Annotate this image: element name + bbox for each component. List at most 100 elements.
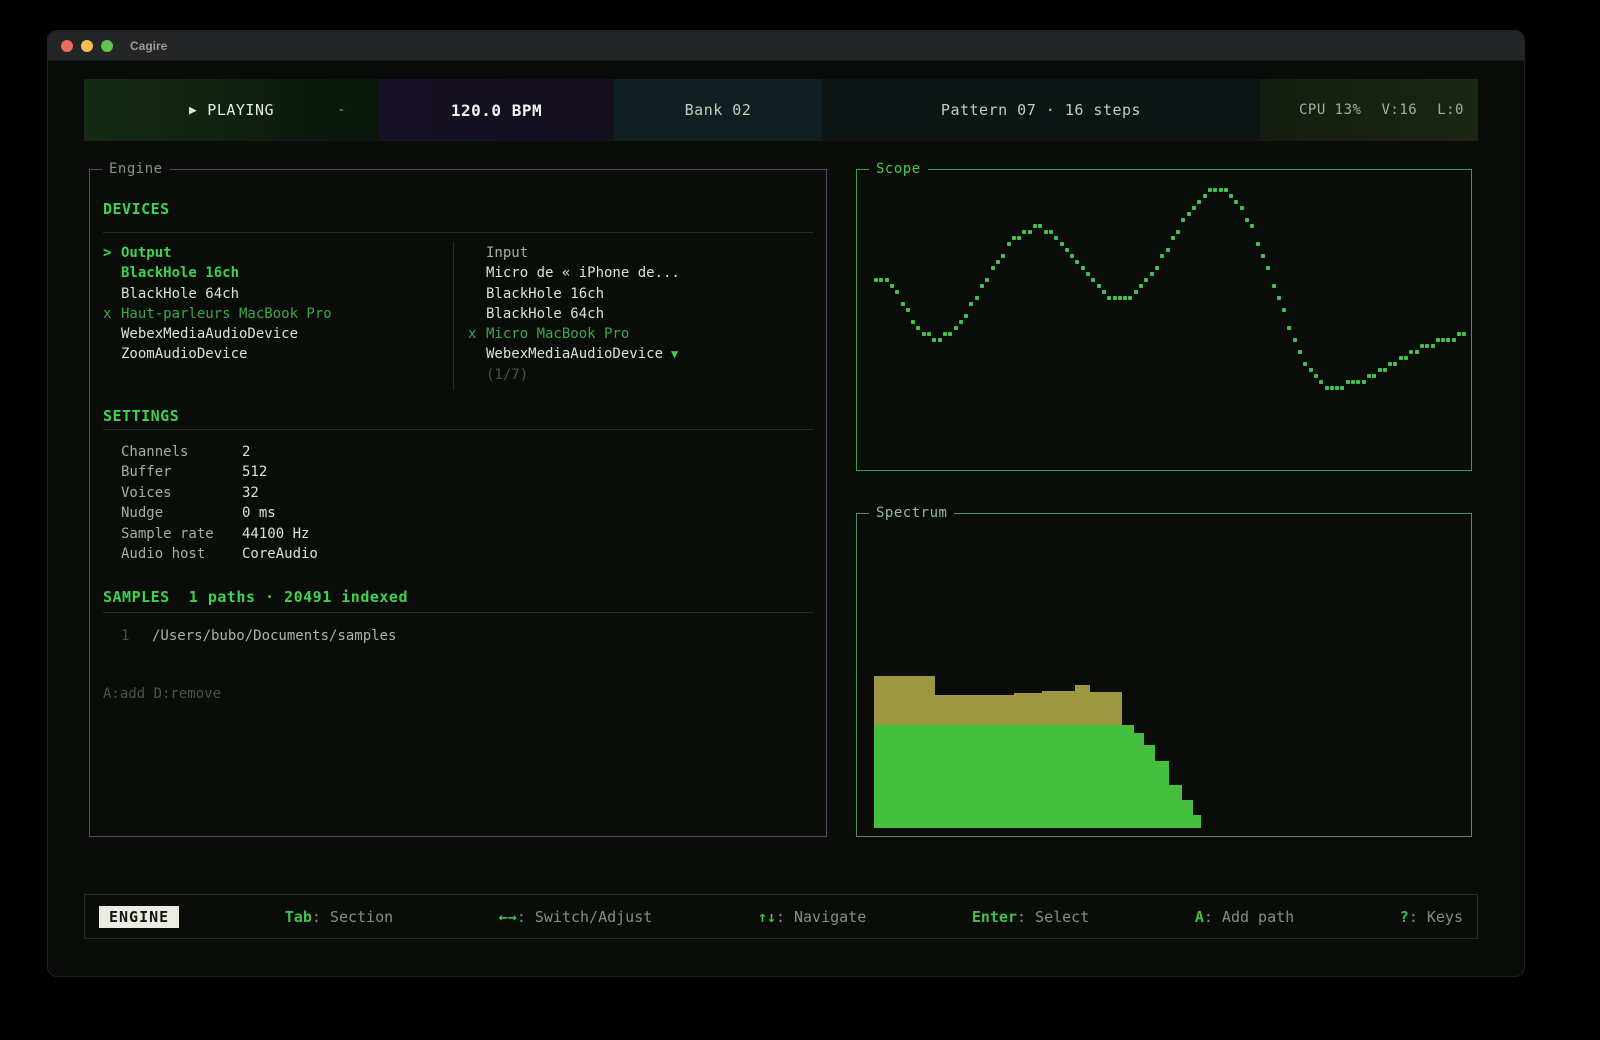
setting-row[interactable]: Audio hostCoreAudio (121, 544, 318, 564)
spectrum-bin (1014, 693, 1042, 828)
spectrum-olive-bar (1042, 691, 1075, 725)
spectrum-bin (1090, 692, 1122, 828)
setting-label: Nudge (121, 503, 242, 523)
scope-dot (985, 278, 989, 282)
latency-stat: L:0 (1437, 102, 1464, 118)
scope-dot (1346, 380, 1350, 384)
spectrum-bin (1155, 761, 1169, 828)
scope-dot (1181, 218, 1185, 222)
scope-dot (1060, 242, 1064, 246)
scope-dot (1457, 332, 1461, 336)
cpu-stat: CPU 13% (1299, 102, 1362, 118)
spectrum-bin (874, 676, 935, 828)
scope-dot (1033, 224, 1037, 228)
scope-dot (1171, 236, 1175, 240)
spectrum-bin (1122, 725, 1134, 828)
scope-dot (1102, 290, 1106, 294)
device-row[interactable]: ZoomAudioDevice (103, 344, 448, 364)
divider (103, 232, 813, 233)
device-row-label: Output (121, 245, 172, 261)
bottom-hint-bar: ENGINE Tab: Section←→: Switch/Adjust↑↓: … (84, 894, 1478, 939)
key-hint: A: Add path (1195, 908, 1294, 926)
spectrum-green-bar (1090, 725, 1122, 828)
scope-dot (932, 338, 936, 342)
device-row[interactable]: Input (468, 243, 808, 263)
device-row[interactable]: (1/7) (468, 365, 808, 385)
engine-panel: Engine DEVICES >OutputBlackHole 16chBlac… (89, 169, 827, 837)
transport-dash: - (337, 102, 346, 118)
spectrum-green-bar (1122, 725, 1134, 828)
setting-row[interactable]: Voices32 (121, 483, 318, 503)
spectrum-bin (935, 695, 1014, 828)
spectrum-bin (1042, 691, 1075, 828)
scope-dot (1017, 236, 1021, 240)
device-row[interactable]: BlackHole 64ch (103, 284, 448, 304)
scope-dot (1208, 188, 1212, 192)
scope-dot (1393, 362, 1397, 366)
device-row[interactable]: xMicro MacBook Pro (468, 324, 808, 344)
scope-dot (1070, 254, 1074, 258)
scope-dot (1362, 380, 1366, 384)
scope-dot (1298, 350, 1302, 354)
sample-path-row[interactable]: 1/Users/bubo/Documents/samples (121, 626, 396, 646)
key-hint-key: ? (1400, 908, 1409, 926)
bpm-display[interactable]: 120.0 BPM (379, 79, 614, 141)
scope-dot (991, 266, 995, 270)
device-row-label: Micro de « iPhone de... (486, 265, 680, 281)
scope-dot (1367, 374, 1371, 378)
scope-dot (1245, 218, 1249, 222)
device-row[interactable]: WebexMediaAudioDevice▼ (468, 344, 808, 364)
spectrum-green-bar (1182, 800, 1193, 828)
device-row[interactable]: >Output (103, 243, 448, 263)
scope-dot (1266, 266, 1270, 270)
scope-dot (1452, 338, 1456, 342)
scope-dot (1356, 380, 1360, 384)
setting-row[interactable]: Nudge0 ms (121, 503, 318, 523)
setting-row[interactable]: Buffer512 (121, 462, 318, 482)
device-row[interactable]: BlackHole 16ch (468, 284, 808, 304)
sample-path-list: 1/Users/bubo/Documents/samples (121, 626, 396, 646)
device-row-label: BlackHole 16ch (121, 265, 239, 281)
setting-label: Audio host (121, 544, 242, 564)
device-row[interactable]: BlackHole 64ch (468, 304, 808, 324)
device-row[interactable]: Micro de « iPhone de... (468, 263, 808, 283)
scope-dot (1330, 386, 1334, 390)
scope-dot (1277, 296, 1281, 300)
scope-dot (975, 296, 979, 300)
scope-dot (1420, 344, 1424, 348)
scope-dot (1388, 362, 1392, 366)
minimize-icon[interactable] (81, 40, 93, 52)
window-title: Cagire (130, 39, 167, 53)
spectrum-olive-bar (935, 695, 1014, 725)
device-row[interactable]: WebexMediaAudioDevice (103, 324, 448, 344)
scope-dot (1224, 188, 1228, 192)
scope-dot (1001, 254, 1005, 258)
close-icon[interactable] (61, 40, 73, 52)
zoom-icon[interactable] (101, 40, 113, 52)
key-hint-key: A (1195, 908, 1204, 926)
pattern-display[interactable]: Pattern 07 · 16 steps (822, 79, 1260, 141)
title-bar: Cagire (48, 31, 1524, 61)
scope-dot (1044, 230, 1048, 234)
setting-label: Sample rate (121, 524, 242, 544)
scope-dot (948, 332, 952, 336)
device-row-prefix: x (103, 304, 121, 324)
spectrum-bars (857, 514, 1471, 836)
bank-display[interactable]: Bank 02 (614, 79, 822, 141)
device-row-prefix: > (103, 243, 121, 263)
device-row[interactable]: BlackHole 16ch (103, 263, 448, 283)
scope-dot (901, 302, 905, 306)
scope-dot (1081, 266, 1085, 270)
key-hint: ↑↓: Navigate (758, 908, 866, 926)
device-row[interactable]: xHaut-parleurs MacBook Pro (103, 304, 448, 324)
scope-dot (1309, 368, 1313, 372)
scope-dot (1446, 338, 1450, 342)
scope-dot (1234, 200, 1238, 204)
setting-value: 0 ms (242, 505, 276, 521)
setting-row[interactable]: Channels2 (121, 442, 318, 462)
setting-row[interactable]: Sample rate44100 Hz (121, 524, 318, 544)
scope-dot (911, 320, 915, 324)
transport-segment[interactable]: ▶ PLAYING - (84, 79, 379, 141)
key-hint: ?: Keys (1400, 908, 1463, 926)
key-hint: Tab: Section (285, 908, 393, 926)
